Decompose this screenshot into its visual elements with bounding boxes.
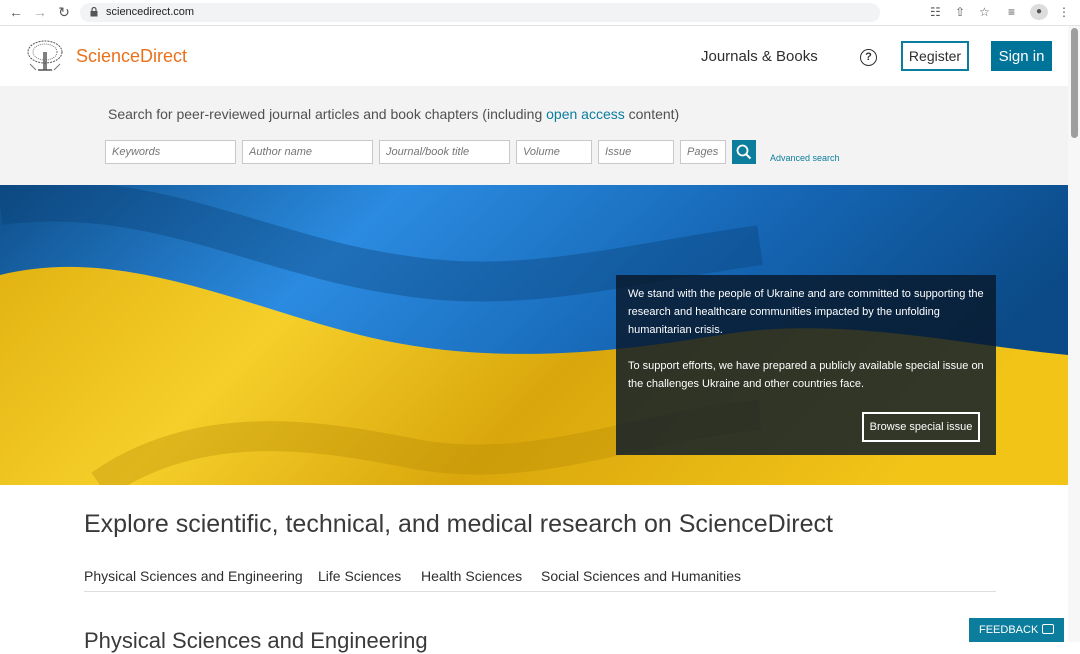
- tab-life-sciences[interactable]: Life Sciences: [318, 568, 401, 584]
- open-access-link[interactable]: open access: [546, 106, 625, 122]
- keywords-input[interactable]: [105, 140, 236, 164]
- browse-special-issue-button[interactable]: Browse special issue: [862, 412, 980, 442]
- translate-icon[interactable]: ☷: [930, 4, 941, 20]
- reload-icon[interactable]: ↻: [56, 4, 72, 20]
- profile-icon[interactable]: ●: [1030, 4, 1048, 20]
- search-button[interactable]: [732, 140, 756, 164]
- reading-list-icon[interactable]: ≡: [1008, 4, 1015, 20]
- feedback-button[interactable]: FEEDBACK: [969, 618, 1064, 642]
- feedback-label: FEEDBACK: [979, 624, 1039, 636]
- elsevier-tree-logo[interactable]: [24, 38, 66, 74]
- subject-tabs: Physical Sciences and Engineering Life S…: [84, 566, 996, 592]
- search-heading: Search for peer-reviewed journal article…: [108, 106, 679, 122]
- pages-input[interactable]: [680, 140, 726, 164]
- tab-physical-sciences[interactable]: Physical Sciences and Engineering: [84, 568, 303, 584]
- author-input[interactable]: [242, 140, 373, 164]
- section-title: Physical Sciences and Engineering: [84, 628, 428, 653]
- register-button[interactable]: Register: [901, 41, 969, 71]
- search-panel: Search for peer-reviewed journal article…: [0, 86, 1068, 185]
- issue-input[interactable]: [598, 140, 674, 164]
- journals-books-link[interactable]: Journals & Books: [701, 48, 818, 65]
- search-heading-suffix: content): [624, 106, 680, 122]
- site-header: ScienceDirect Journals & Books ? Registe…: [0, 26, 1068, 86]
- ukraine-message-2: To support efforts, we have prepared a p…: [628, 360, 984, 390]
- star-icon[interactable]: ☆: [979, 4, 990, 20]
- help-icon[interactable]: ?: [860, 49, 877, 66]
- share-icon[interactable]: ⇧: [955, 4, 965, 20]
- back-icon[interactable]: ←: [8, 4, 24, 20]
- forward-icon[interactable]: →: [32, 4, 48, 20]
- tab-social-sciences[interactable]: Social Sciences and Humanities: [541, 568, 741, 584]
- comment-icon: [1042, 624, 1054, 634]
- advanced-search-link[interactable]: Advanced search: [770, 153, 840, 163]
- address-bar[interactable]: sciencedirect.com: [80, 3, 880, 22]
- volume-input[interactable]: [516, 140, 592, 164]
- ukraine-message-box: We stand with the people of Ukraine and …: [616, 275, 996, 455]
- scrollbar-thumb[interactable]: [1071, 28, 1078, 138]
- search-icon: [736, 144, 752, 160]
- ukraine-banner: We stand with the people of Ukraine and …: [0, 185, 1068, 485]
- ukraine-message-1: We stand with the people of Ukraine and …: [628, 288, 984, 336]
- page-scrollbar[interactable]: [1068, 26, 1080, 642]
- browser-toolbar: ← → ↻ sciencedirect.com ☷ ⇧ ☆ ≡ ● ⋮: [0, 0, 1080, 26]
- tab-health-sciences[interactable]: Health Sciences: [421, 568, 522, 584]
- brand-name[interactable]: ScienceDirect: [76, 46, 187, 67]
- explore-heading: Explore scientific, technical, and medic…: [84, 510, 833, 538]
- search-heading-prefix: Search for peer-reviewed journal article…: [108, 106, 547, 122]
- lock-icon: [90, 7, 98, 17]
- url-text: sciencedirect.com: [106, 6, 195, 18]
- journal-title-input[interactable]: [379, 140, 510, 164]
- more-icon[interactable]: ⋮: [1058, 4, 1070, 20]
- sign-in-button[interactable]: Sign in: [991, 41, 1052, 71]
